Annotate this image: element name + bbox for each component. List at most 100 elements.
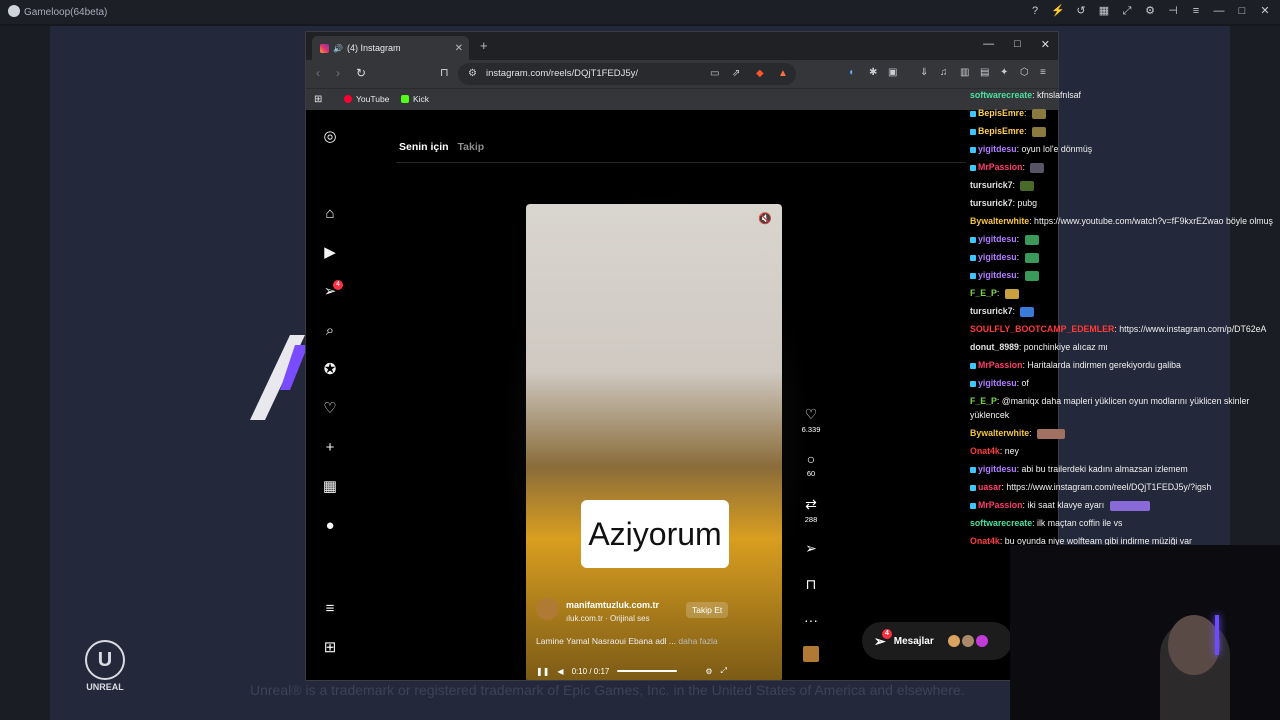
emote-icon [1037, 428, 1066, 439]
pin-icon[interactable]: ⊣ [1166, 4, 1180, 18]
like-button[interactable]: ♡ 6.339 [800, 406, 822, 434]
messages-badge: 4 [882, 628, 892, 639]
volume-icon[interactable]: ◀ [557, 667, 563, 676]
forward-arrow-icon[interactable]: › [336, 66, 340, 80]
emote-icon [1020, 180, 1035, 191]
chat-message: yigitdesu: [970, 248, 1280, 266]
pause-icon[interactable]: ❚❚ [536, 667, 549, 676]
notifications-heart-icon[interactable]: ♡ [321, 400, 339, 418]
emote-icon [1020, 306, 1035, 317]
help-icon[interactable]: ? [1028, 4, 1042, 18]
reel-sound[interactable]: ıluk.com.tr · Orijinal ses [566, 614, 650, 623]
more-menu-icon[interactable]: ≡ [321, 600, 339, 618]
settings-icon[interactable]: ⚙ [705, 667, 712, 676]
reel-author-avatar[interactable] [536, 598, 558, 620]
messages-button[interactable]: ➢ 4 Mesajlar [862, 622, 1012, 660]
gameloop-toolbar: ? ⚡ ↺ ▦ ⤢ ⚙ ⊣ ≡ — □ ✕ [1028, 4, 1272, 18]
site-info-icon[interactable]: ⚙ [468, 68, 477, 79]
comment-button[interactable]: ○ 60 [800, 451, 822, 478]
media-icon[interactable]: ♫ [940, 67, 948, 78]
back-icon[interactable]: ↺ [1074, 4, 1088, 18]
new-tab-icon[interactable]: + [480, 38, 488, 53]
sidebar-icon[interactable]: ▥ [960, 67, 969, 78]
brave-shield-icon[interactable]: ◆ [756, 68, 764, 79]
chat-text: https://www.instagram.com/p/DT62eA [1119, 324, 1267, 334]
reel-username[interactable]: manifamtuzluk.com.tr [566, 600, 659, 610]
bookmark-kick-label: Kick [413, 94, 430, 104]
chat-text: pubg [1017, 198, 1038, 208]
bookmark-youtube[interactable]: YouTube [344, 94, 389, 104]
badge-icon [970, 272, 976, 279]
tab-instagram[interactable]: 🔊 (4) Instagram ✕ [312, 36, 469, 60]
home-icon[interactable]: ⌂ [321, 205, 339, 223]
instagram-favicon-icon [320, 43, 329, 53]
bookmark-icon: ⊓ [805, 576, 817, 592]
reel-video[interactable]: 🔇 Aziyorum manifamtuzluk.com.tr ıluk.com… [526, 204, 782, 680]
leo-ai-icon[interactable]: ✦ [1000, 67, 1008, 78]
follow-button[interactable]: Takip Et [686, 602, 729, 618]
close-tab-icon[interactable]: ✕ [455, 43, 463, 54]
mute-icon[interactable]: 🔇 [758, 212, 772, 225]
brave-rewards-icon[interactable]: ▲ [778, 68, 788, 79]
repost-button[interactable]: ⇄ 288 [800, 496, 822, 524]
emote-icon [1031, 108, 1046, 119]
more-link[interactable]: daha fazla [678, 636, 717, 646]
speaker-icon[interactable]: 🔊 [333, 44, 343, 53]
back-arrow-icon[interactable]: ‹ [316, 66, 320, 80]
browser-menu-icon[interactable]: ≡ [1040, 67, 1046, 78]
search-icon[interactable]: ⌕ [321, 322, 339, 340]
share-button[interactable]: ➢ [800, 540, 822, 557]
maximize-window-icon[interactable]: □ [1014, 38, 1021, 51]
minimize-window-icon[interactable]: — [983, 38, 994, 51]
bookmark-icon[interactable]: ⊓ [440, 66, 449, 79]
maximize-icon[interactable]: □ [1235, 4, 1249, 18]
explore-icon[interactable]: ✪ [321, 361, 339, 379]
more-options-button[interactable]: ··· [800, 612, 822, 628]
create-icon[interactable]: + [321, 439, 339, 457]
unreal-logo-text: UNREAL [86, 682, 124, 692]
share-icon[interactable]: ⇗ [732, 68, 740, 79]
apps-grid-icon[interactable]: ⊞ [314, 94, 322, 105]
send-icon: ➢ [805, 540, 817, 556]
settings-icon[interactable]: ⚙ [1143, 4, 1157, 18]
audio-thumbnail[interactable] [800, 646, 822, 665]
meta-apps-icon[interactable]: ⊞ [321, 639, 339, 657]
profile-avatar-icon[interactable]: ● [321, 517, 339, 535]
tab-following[interactable]: Takip [458, 141, 485, 153]
chat-username: BepisEmre [978, 126, 1024, 136]
fullscreen-icon[interactable]: ⤢ [1120, 4, 1134, 18]
save-button[interactable]: ⊓ [800, 576, 822, 593]
chat-message: Bywalterwhite: https://www.youtube.com/w… [970, 216, 1273, 226]
keyboard-icon[interactable]: ▦ [1097, 4, 1111, 18]
badge-icon [970, 128, 976, 135]
wallet-icon[interactable]: ▤ [980, 67, 989, 78]
downloads-icon[interactable]: ⇓ [920, 67, 928, 78]
tab-for-you[interactable]: Senin için [399, 141, 449, 153]
dashboard-icon[interactable]: ▦ [321, 478, 339, 496]
reels-icon[interactable]: ▶ [321, 244, 339, 262]
vpn-icon[interactable]: ⬡ [1020, 67, 1029, 78]
emote-icon [1004, 288, 1019, 299]
bookmark-youtube-label: YouTube [356, 94, 390, 104]
close-window-icon[interactable]: ✕ [1041, 38, 1050, 51]
reload-icon[interactable]: ↻ [356, 66, 366, 80]
close-icon[interactable]: ✕ [1258, 4, 1272, 18]
fullscreen-icon[interactable]: ⤢ [721, 666, 727, 676]
boost-icon[interactable]: ⚡ [1051, 4, 1065, 18]
chat-message: Onat4k: bu oyunda niye wolfteam gibi ind… [970, 536, 1192, 546]
chat-username: tursurick7 [970, 306, 1013, 316]
extensions-icon[interactable]: ✱ [869, 67, 877, 78]
screenshot-icon[interactable]: ▣ [888, 67, 897, 78]
instagram-logo-icon[interactable]: ◎ [321, 128, 339, 146]
badge-icon [970, 254, 976, 261]
video-progress-bar[interactable] [617, 670, 678, 672]
badge-icon [970, 146, 976, 153]
chat-username: Bywalterwhite [970, 216, 1030, 226]
address-bar[interactable]: ⚙ instagram.com/reels/DQjT1FEDJ5y/ ▭ ⇗ ◆… [458, 63, 796, 85]
chat-message: BepisEmre: [970, 122, 1280, 140]
cast-icon[interactable]: ▭ [710, 68, 719, 79]
audio-playing-icon[interactable]: ◖ [848, 67, 854, 78]
menu-icon[interactable]: ≡ [1189, 4, 1203, 18]
bookmark-kick[interactable]: Kick [401, 94, 429, 104]
minimize-icon[interactable]: — [1212, 4, 1226, 18]
